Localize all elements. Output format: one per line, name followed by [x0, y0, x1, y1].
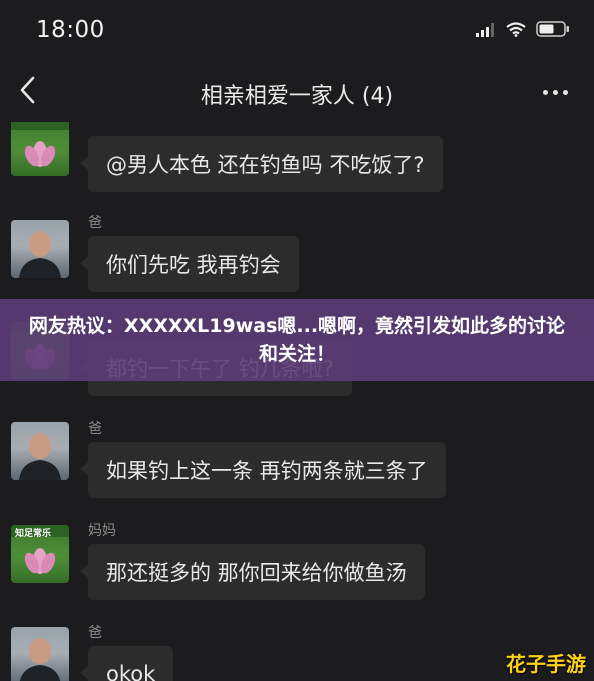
- battery-icon: [536, 21, 570, 41]
- dot-icon: [542, 89, 548, 95]
- dot-icon: [552, 89, 558, 95]
- dot-icon: [562, 89, 568, 95]
- status-bar: 18:00: [0, 0, 594, 64]
- lotus-avatar[interactable]: 知足常乐: [11, 525, 69, 583]
- caption-banner: 网友热议：XXXXXL19was嗯...嗯啊，竟然引发如此多的讨论和关注！: [0, 299, 594, 381]
- message-bubble[interactable]: 如果钓上这一条 再钓两条就三条了: [80, 442, 446, 498]
- avatar-label: 知足常乐: [15, 529, 52, 539]
- status-time: 18:00: [36, 17, 105, 43]
- message-bubble[interactable]: okok: [79, 646, 174, 681]
- man-avatar[interactable]: [11, 422, 69, 480]
- caption-text: 网友热议：XXXXXL19was嗯...嗯啊，竟然引发如此多的讨论和关注！: [28, 315, 566, 365]
- chat-message-list[interactable]: @男人本色 还在钓鱼吗 不吃饭了? 爸 你们先吃 我再钓会 都钓一下午了 钓几条…: [0, 122, 594, 681]
- message-sender: 爸: [88, 215, 102, 231]
- lotus-avatar[interactable]: [11, 122, 69, 176]
- wifi-icon: [506, 21, 526, 41]
- message-bubble[interactable]: 那还挺多的 那你回来给你做鱼汤: [80, 544, 425, 600]
- message-sender: 妈妈: [88, 523, 116, 539]
- signal-icon: [476, 22, 496, 41]
- status-icons: [476, 21, 570, 41]
- chat-header: 相亲相爱一家人 (4): [0, 64, 594, 122]
- watermark-logo: 花子手游: [506, 652, 586, 676]
- message-sender: 爸: [88, 421, 102, 437]
- more-options-button[interactable]: [538, 80, 572, 104]
- message-sender: 爸: [88, 625, 102, 641]
- chat-title: 相亲相爱一家人 (4): [200, 84, 394, 109]
- message-bubble[interactable]: @男人本色 还在钓鱼吗 不吃饭了?: [80, 136, 443, 192]
- message-bubble[interactable]: 你们先吃 我再钓会: [80, 236, 299, 292]
- man-avatar[interactable]: [11, 220, 69, 278]
- man-avatar[interactable]: [11, 627, 69, 681]
